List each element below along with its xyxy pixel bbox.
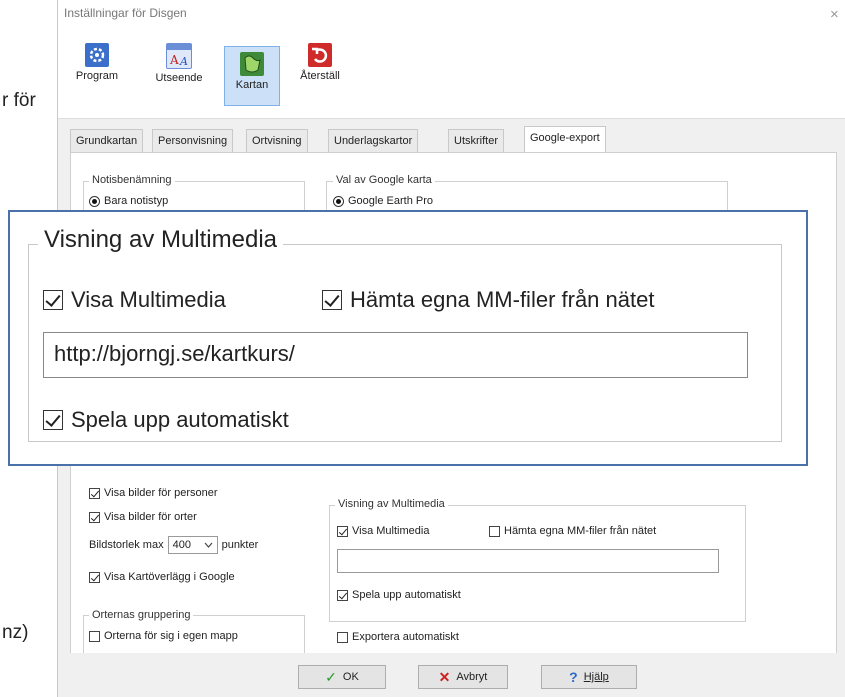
kartoverlagg-row[interactable]: Visa Kartöverlägg i Google <box>89 571 235 583</box>
question-icon: ? <box>569 669 578 685</box>
zoom-multimedia-legend: Visning av Multimedia <box>38 226 284 254</box>
radio-icon[interactable] <box>89 195 100 207</box>
svg-text:A: A <box>169 53 179 67</box>
zoom-visa-multimedia-row[interactable]: Visa Multimedia <box>43 287 226 313</box>
help-label: Hjälp <box>583 671 609 683</box>
title-bar: Inställningar för Disgen × <box>58 0 845 32</box>
tab-underlagskartor[interactable]: Underlagskartor <box>328 129 419 152</box>
checkbox[interactable] <box>337 631 348 643</box>
tab-personvisning[interactable]: Personvisning <box>152 129 234 152</box>
close-button[interactable]: × <box>830 6 839 23</box>
checkbox[interactable] <box>337 589 348 601</box>
tab-grundkartan[interactable]: Grundkartan <box>70 129 144 152</box>
window-title: Inställningar för Disgen <box>64 6 187 20</box>
help-button[interactable]: ? Hjälp <box>541 665 637 689</box>
zoom-hamta-mm-label: Hämta egna MM-filer från nätet <box>350 287 655 312</box>
notis-option-label: Bara notistyp <box>104 195 169 207</box>
ok-button[interactable]: ✓ OK <box>298 665 386 689</box>
checkbox[interactable] <box>43 410 63 430</box>
zoom-hamta-mm-row[interactable]: Hämta egna MM-filer från nätet <box>322 287 654 313</box>
toolbar-program-button[interactable]: Program <box>72 38 122 96</box>
bildstorlek-unit: punkter <box>221 539 259 551</box>
exportera-automatiskt-label: Exportera automatiskt <box>352 631 459 643</box>
gear-icon <box>85 43 109 67</box>
font-icon: AA <box>166 43 192 69</box>
checkbox[interactable] <box>322 290 342 310</box>
undo-icon <box>308 43 332 67</box>
kartoverlagg-label: Visa Kartöverlägg i Google <box>104 571 235 583</box>
zoom-visa-multimedia-label: Visa Multimedia <box>71 287 226 312</box>
google-karta-option-label: Google Earth Pro <box>348 195 433 207</box>
google-karta-legend: Val av Google karta <box>333 174 435 186</box>
visa-multimedia-label: Visa Multimedia <box>352 525 430 537</box>
multimedia-legend: Visning av Multimedia <box>335 498 448 510</box>
checkbox[interactable] <box>89 571 100 583</box>
toolbar-aterstall-button[interactable]: Återställ <box>290 38 350 96</box>
toolbar-label: Program <box>75 70 119 82</box>
toolbar-kartan-button[interactable]: Kartan <box>224 46 280 106</box>
bildstorlek-row: Bildstorlek max 400 punkter <box>89 536 258 554</box>
svg-text:A: A <box>179 55 188 68</box>
cancel-label: Avbryt <box>456 671 488 683</box>
tab-ortvisning[interactable]: Ortvisning <box>246 129 308 152</box>
notis-radio-row[interactable]: Bara notistyp <box>89 195 168 207</box>
visa-multimedia-row[interactable]: Visa Multimedia <box>337 525 429 537</box>
check-icon: ✓ <box>325 668 337 685</box>
google-karta-radio-row[interactable]: Google Earth Pro <box>333 195 433 207</box>
radio-icon[interactable] <box>333 195 344 207</box>
visa-bilder-personer-label: Visa bilder för personer <box>104 487 218 499</box>
toolbar: Program AA Utseende Kartan Återställ <box>58 32 845 119</box>
checkbox[interactable] <box>337 525 348 537</box>
hamta-mm-row[interactable]: Hämta egna MM-filer från nätet <box>489 525 656 537</box>
grouping-label: Orterna för sig i egen mapp <box>104 630 238 642</box>
exportera-automatiskt-row[interactable]: Exportera automatiskt <box>337 631 459 643</box>
dialog-footer: ✓ OK ✕ Avbryt ? Hjälp <box>58 653 845 697</box>
grouping-legend: Orternas gruppering <box>89 609 194 621</box>
spela-upp-row[interactable]: Spela upp automatiskt <box>337 589 461 601</box>
zoom-spela-upp-row[interactable]: Spela upp automatiskt <box>43 407 289 433</box>
toolbar-label: Återställ <box>300 70 340 82</box>
zoom-callout: Visning av Multimedia Visa Multimedia Hä… <box>8 210 808 466</box>
cancel-button[interactable]: ✕ Avbryt <box>418 665 508 689</box>
notis-legend: Notisbenämning <box>89 174 175 186</box>
zoom-url-input[interactable]: http://bjorngj.se/kartkurs/ <box>43 332 748 378</box>
checkbox[interactable] <box>89 630 100 642</box>
tab-utskrifter[interactable]: Utskrifter <box>448 129 504 152</box>
checkbox[interactable] <box>89 511 100 523</box>
bildstorlek-select[interactable]: 400 <box>167 536 218 554</box>
visa-bilder-personer-row[interactable]: Visa bilder för personer <box>89 487 218 499</box>
visa-bilder-orter-row[interactable]: Visa bilder för orter <box>89 511 197 523</box>
hamta-mm-label: Hämta egna MM-filer från nätet <box>504 525 657 537</box>
grouping-row[interactable]: Orterna för sig i egen mapp <box>89 630 238 642</box>
ok-label: OK <box>342 671 359 683</box>
checkbox[interactable] <box>43 290 63 310</box>
bildstorlek-label: Bildstorlek max <box>89 539 164 551</box>
toolbar-label: Utseende <box>155 72 203 84</box>
background-text-bottom: nz) <box>2 622 29 643</box>
toolbar-utseende-button[interactable]: AA Utseende <box>148 38 210 96</box>
background-text-top: r för <box>2 90 36 111</box>
toolbar-label: Kartan <box>235 79 269 91</box>
map-icon <box>240 52 264 76</box>
checkbox[interactable] <box>89 487 100 499</box>
spela-upp-label: Spela upp automatiskt <box>352 589 461 601</box>
chevron-down-icon <box>204 539 213 551</box>
multimedia-url-input[interactable] <box>337 549 719 573</box>
zoom-spela-upp-label: Spela upp automatiskt <box>71 407 289 432</box>
tab-google-export[interactable]: Google-export <box>524 126 606 153</box>
checkbox[interactable] <box>489 525 500 537</box>
bildstorlek-value: 400 <box>172 539 191 551</box>
visa-bilder-orter-label: Visa bilder för orter <box>104 511 197 523</box>
x-icon: ✕ <box>438 668 451 685</box>
